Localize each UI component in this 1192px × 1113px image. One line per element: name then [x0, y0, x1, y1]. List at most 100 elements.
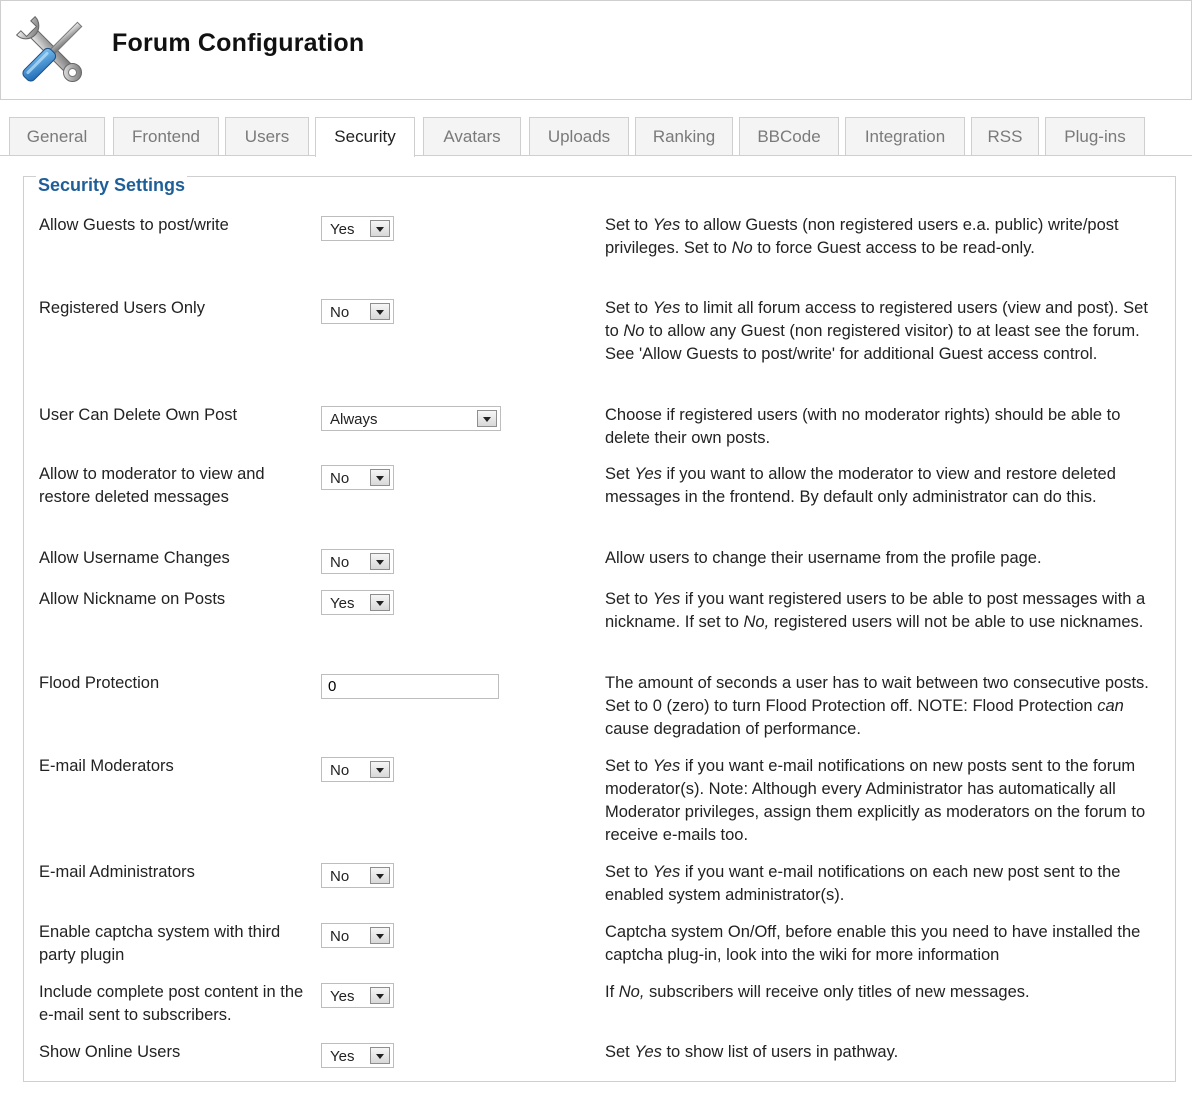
setting-description: Set to Yes to allow Guests (non register…	[605, 214, 1165, 260]
setting-description: If No, subscribers will receive only tit…	[605, 981, 1165, 1004]
chevron-down-icon	[376, 227, 384, 232]
chevron-down-icon	[376, 601, 384, 606]
page-header: Forum Configuration	[0, 0, 1192, 100]
flood-protection-input[interactable]	[321, 674, 499, 699]
setting-description: Set Yes if you want to allow the moderat…	[605, 463, 1165, 509]
allow-to-moderator-to-view-and-restore-d-select[interactable]: No	[321, 465, 394, 490]
tab-integration[interactable]: Integration	[845, 117, 965, 155]
include-complete-post-content-in-the-e-m-select[interactable]: Yes	[321, 983, 394, 1008]
section-legend: Security Settings	[36, 175, 188, 196]
setting-label: User Can Delete Own Post	[39, 406, 238, 424]
setting-description: Captcha system On/Off, before enable thi…	[605, 921, 1165, 967]
description-text: Set to	[605, 757, 653, 775]
dropdown-button[interactable]	[370, 469, 390, 486]
setting-description: Set Yes to show list of users in pathway…	[605, 1041, 1165, 1064]
select-value: No	[330, 928, 350, 945]
dropdown-button[interactable]	[370, 594, 390, 611]
config-tabs: General Frontend Users Security Avatars Uploa…	[0, 117, 1192, 157]
tab-avatars[interactable]: Avatars	[423, 117, 521, 155]
dropdown-button[interactable]	[370, 1047, 390, 1064]
description-text: If	[605, 983, 619, 1001]
setting-label: E-mail Administrators	[39, 863, 195, 881]
dropdown-button[interactable]	[370, 761, 390, 778]
description-emphasis: Yes	[652, 299, 681, 317]
select-value: No	[330, 762, 350, 779]
dropdown-button[interactable]	[370, 220, 390, 237]
allow-guests-to-post-write-select[interactable]: Yes	[321, 216, 394, 241]
setting-label: Include complete post content in the e-m…	[39, 983, 304, 1024]
select-value: Yes	[330, 595, 355, 612]
chevron-down-icon	[376, 1054, 384, 1059]
setting-label: Registered Users Only	[39, 299, 205, 317]
tab-frontend[interactable]: Frontend	[113, 117, 219, 155]
tab-general[interactable]: General	[9, 117, 105, 155]
description-text: Set to	[605, 590, 653, 608]
tab-users[interactable]: Users	[225, 117, 309, 155]
description-text: if you want e-mail notifications on each…	[605, 863, 1121, 904]
allow-nickname-on-posts-select[interactable]: Yes	[321, 590, 394, 615]
chevron-down-icon	[483, 417, 491, 422]
description-text: to allow any Guest (non registered visit…	[605, 322, 1140, 363]
description-emphasis: Yes	[652, 757, 681, 775]
description-text: Set to	[605, 216, 653, 234]
chevron-down-icon	[376, 994, 384, 999]
e-mail-administrators-select[interactable]: No	[321, 863, 394, 888]
setting-description: The amount of seconds a user has to wait…	[605, 672, 1165, 741]
tab-bbcode[interactable]: BBCode	[739, 117, 839, 155]
tab-uploads[interactable]: Uploads	[529, 117, 629, 155]
select-value: No	[330, 868, 350, 885]
dropdown-button[interactable]	[370, 927, 390, 944]
setting-description: Set to Yes to limit all forum access to …	[605, 297, 1165, 366]
setting-label: Show Online Users	[39, 1043, 181, 1061]
description-text: to force Guest access to be read-only.	[752, 239, 1035, 257]
tab-security[interactable]: Security	[315, 117, 415, 157]
description-text: registered users will not be able to use…	[769, 613, 1144, 631]
enable-captcha-system-with-third-party-p-select[interactable]: No	[321, 923, 394, 948]
description-emphasis: Yes	[634, 1043, 662, 1061]
dropdown-button[interactable]	[370, 553, 390, 570]
description-text: to show list of users in pathway.	[661, 1043, 899, 1061]
select-value: No	[330, 554, 350, 571]
setting-label: E-mail Moderators	[39, 757, 174, 775]
setting-label: Allow to moderator to view and restore d…	[39, 465, 265, 506]
description-emphasis: Yes	[634, 465, 662, 483]
setting-description: Set to Yes if you want e-mail notificati…	[605, 755, 1165, 847]
tab-rss[interactable]: RSS	[971, 117, 1039, 155]
description-text: if you want e-mail notifications on new …	[605, 757, 1146, 844]
description-emphasis: No	[623, 322, 645, 340]
chevron-down-icon	[376, 310, 384, 315]
tabs-divider	[0, 155, 1192, 156]
page-title: Forum Configuration	[112, 29, 365, 57]
user-can-delete-own-post-select[interactable]: Always	[321, 406, 501, 431]
setting-label: Enable captcha system with third party p…	[39, 923, 281, 964]
chevron-down-icon	[376, 768, 384, 773]
dropdown-button[interactable]	[477, 410, 497, 427]
select-value: Always	[330, 411, 378, 428]
allow-username-changes-select[interactable]: No	[321, 549, 394, 574]
tools-icon	[15, 15, 83, 83]
select-value: Yes	[330, 1048, 355, 1065]
registered-users-only-select[interactable]: No	[321, 299, 394, 324]
tab-ranking[interactable]: Ranking	[635, 117, 733, 155]
description-text: Captcha system On/Off, before enable thi…	[605, 923, 1141, 964]
setting-label: Allow Nickname on Posts	[39, 590, 226, 608]
select-value: Yes	[330, 221, 355, 238]
dropdown-button[interactable]	[370, 867, 390, 884]
description-text: cause degradation of performance.	[605, 720, 861, 738]
dropdown-button[interactable]	[370, 303, 390, 320]
select-value: Yes	[330, 988, 355, 1005]
setting-label: Allow Guests to post/write	[39, 216, 229, 234]
description-text: Set to	[605, 299, 653, 317]
select-value: No	[330, 470, 350, 487]
description-emphasis: can	[1097, 697, 1124, 715]
description-emphasis: No	[731, 239, 753, 257]
dropdown-button[interactable]	[370, 987, 390, 1004]
e-mail-moderators-select[interactable]: No	[321, 757, 394, 782]
show-online-users-select[interactable]: Yes	[321, 1043, 394, 1068]
chevron-down-icon	[376, 874, 384, 879]
description-text: Set	[605, 1043, 635, 1061]
description-emphasis: No,	[743, 613, 770, 631]
setting-label: Flood Protection	[39, 674, 160, 692]
setting-description: Set to Yes if you want registered users …	[605, 588, 1165, 634]
tab-plug-ins[interactable]: Plug-ins	[1045, 117, 1145, 155]
